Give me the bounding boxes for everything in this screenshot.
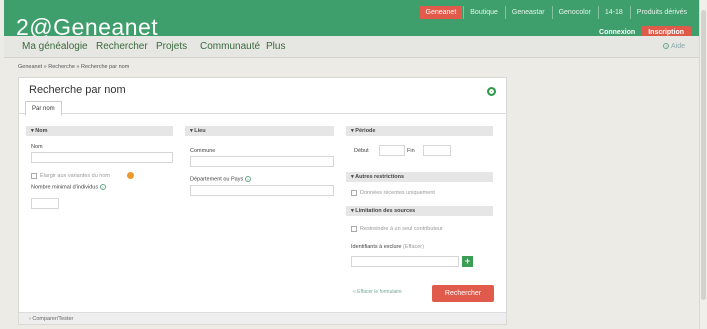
commune-label: Commune bbox=[190, 148, 216, 154]
fin-input[interactable] bbox=[423, 145, 451, 156]
top-tab-boutique[interactable]: Boutique bbox=[463, 6, 504, 19]
nav-projets[interactable]: Projets bbox=[156, 41, 187, 52]
help-icon: ? bbox=[663, 43, 670, 50]
departement-input[interactable] bbox=[190, 185, 334, 196]
nav-plus[interactable]: Plus bbox=[266, 41, 285, 52]
page-scrollbar[interactable] bbox=[699, 0, 707, 329]
search-panel: Recherche par nom Par nom ▾ Nom Nom Élar… bbox=[18, 77, 507, 325]
aide-link[interactable]: ? Aide bbox=[663, 43, 685, 50]
section-limitation-header[interactable]: ▾ Limitation des sources bbox=[346, 206, 493, 216]
identifiants-label: Identifiants à exclure (Effacer) bbox=[351, 244, 424, 250]
top-tab-genocolor[interactable]: Genocolor bbox=[551, 6, 597, 19]
commune-input[interactable] bbox=[190, 156, 334, 167]
connexion-link[interactable]: Connexion bbox=[599, 29, 635, 36]
add-icon[interactable]: + bbox=[462, 256, 473, 267]
gear-icon[interactable] bbox=[487, 87, 496, 96]
top-tab-geneastar[interactable]: Geneastar bbox=[504, 6, 551, 19]
debut-label: Début bbox=[354, 148, 369, 154]
top-tabs: Geneanet Boutique Geneastar Genocolor 14… bbox=[419, 6, 693, 19]
info-icon[interactable]: ? bbox=[244, 176, 251, 182]
warning-icon bbox=[127, 172, 134, 179]
info-icon[interactable]: ? bbox=[99, 184, 106, 190]
search-button[interactable]: Rechercher bbox=[432, 285, 494, 302]
tab-par-nom[interactable]: Par nom bbox=[25, 101, 62, 116]
page-title: Recherche par nom bbox=[29, 84, 126, 96]
top-tab-geneanet[interactable]: Geneanet bbox=[419, 6, 463, 19]
nav-rechercher[interactable]: Rechercher bbox=[96, 41, 148, 52]
departement-label: Département ou Pays ? bbox=[190, 176, 251, 183]
breadcrumb: Geneanet » Recherche » Recherche par nom bbox=[18, 64, 130, 70]
nombre-input[interactable] bbox=[31, 198, 59, 209]
comparer-row[interactable]: › Comparer/Tester bbox=[19, 312, 506, 324]
contributeur-label: Restreindre à un seul contributeur bbox=[360, 226, 443, 232]
reset-link[interactable]: « Effacer le formulaire bbox=[353, 289, 402, 295]
section-autres-header[interactable]: ▾ Autres restrictions bbox=[346, 172, 493, 182]
nav-communaute[interactable]: Communauté bbox=[200, 41, 260, 52]
variantes-checkbox[interactable] bbox=[31, 173, 37, 179]
contributeur-checkbox[interactable] bbox=[351, 226, 357, 232]
tab-divider bbox=[19, 113, 506, 114]
debut-input[interactable] bbox=[379, 145, 405, 156]
section-nom-header[interactable]: ▾ Nom bbox=[26, 126, 173, 136]
variantes-label: Élargir aux variantes du nom bbox=[40, 173, 111, 179]
nav-ma-genealogie[interactable]: Ma généalogie bbox=[22, 41, 88, 52]
donnees-recentes-checkbox[interactable] bbox=[351, 190, 357, 196]
scroll-thumb[interactable] bbox=[701, 10, 706, 300]
donnees-recentes-label: Données récentes uniquement bbox=[360, 190, 435, 196]
top-tab-produits[interactable]: Produits dérivés bbox=[629, 6, 693, 19]
nombre-label: Nombre minimal d'individus ? bbox=[31, 184, 106, 191]
main-nav: Ma généalogie Rechercher Projets Communa… bbox=[4, 36, 699, 58]
nom-input[interactable] bbox=[31, 152, 173, 163]
top-tab-14-18[interactable]: 14-18 bbox=[597, 6, 629, 19]
fin-label: Fin bbox=[407, 148, 415, 154]
nom-label: Nom bbox=[31, 144, 43, 150]
effacer-hint[interactable]: (Effacer) bbox=[403, 244, 424, 250]
section-lieu-header[interactable]: ▾ Lieu bbox=[185, 126, 334, 136]
identifiants-input[interactable] bbox=[351, 256, 459, 267]
section-periode-header[interactable]: ▾ Période bbox=[346, 126, 493, 136]
